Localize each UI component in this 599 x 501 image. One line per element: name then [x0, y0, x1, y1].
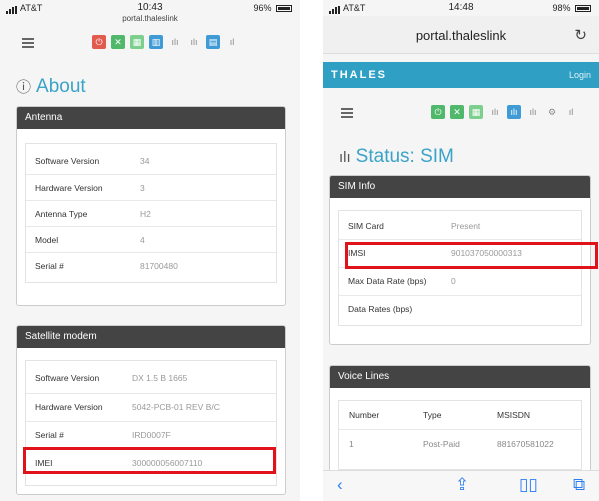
browser-toolbar: ‹ ⇪ ▯▯ ⧉: [323, 470, 599, 501]
table-row: Hardware Version 3: [26, 174, 276, 198]
table-row: SIM Card Present: [348, 221, 481, 231]
info-icon: ⓘ: [16, 79, 32, 96]
table-row: Software Version DX 1.5 B 1665: [35, 373, 188, 383]
voice-lines-table: Number Type MSISDN 1 Post-Paid 881670581…: [338, 400, 582, 470]
settings-icon[interactable]: ⚙: [545, 105, 559, 119]
table-row: Model 4: [26, 226, 276, 250]
imei-highlight: [23, 447, 276, 474]
nav-row: ⏻ ✕ ▦ ılı ılı ılı ⚙ ıl: [323, 104, 599, 126]
voice-lines-panel: Voice Lines Number Type MSISDN 1 Post-Pa…: [329, 365, 591, 475]
nav-row: ⏻ ✕ ▦ ▥ ılı ılı ▤ ıl: [0, 34, 300, 56]
antenna-panel: Antenna Software Version 34 Hardware Ver…: [16, 106, 286, 306]
panel-header: Voice Lines: [330, 366, 590, 388]
tabs-icon[interactable]: ⧉: [573, 475, 585, 495]
link-icon[interactable]: ✕: [450, 105, 464, 119]
nav-icons: ⏻ ✕ ▦ ▥ ılı ılı ▤ ıl: [92, 35, 239, 49]
reload-icon[interactable]: ↻: [574, 26, 587, 44]
chart-icon[interactable]: ılı: [507, 105, 521, 119]
antenna-icon[interactable]: ılı: [187, 35, 201, 49]
menu-icon[interactable]: [22, 38, 34, 48]
panel-header: SIM Info: [330, 176, 590, 198]
signal-icon[interactable]: ▦: [130, 35, 144, 49]
antenna-icon[interactable]: ılı: [526, 105, 540, 119]
menu-icon[interactable]: [341, 108, 353, 118]
column-header: Number: [349, 410, 380, 420]
column-header: MSISDN: [497, 410, 531, 420]
battery-indicator: 98%: [552, 3, 591, 13]
panel-header: Antenna: [17, 107, 285, 129]
table-row: Software Version 34: [35, 156, 150, 166]
address-bar[interactable]: portal.thaleslink ↻: [323, 16, 599, 54]
login-link[interactable]: Login: [569, 70, 591, 80]
url-label[interactable]: portal.thaleslink: [0, 14, 300, 23]
chart-icon[interactable]: ıl: [225, 35, 239, 49]
table-row: Antenna Type H2: [26, 200, 276, 224]
table-row: Max Data Rate (bps) 0: [339, 267, 581, 291]
url-label[interactable]: portal.thaleslink: [323, 28, 599, 43]
table-header: Number Type MSISDN: [339, 401, 581, 429]
power-icon[interactable]: ⏻: [92, 35, 106, 49]
status-bar: AT&T 14:48 98%: [323, 0, 599, 15]
antenna-icon[interactable]: ılı: [488, 105, 502, 119]
status-bar: AT&T 10:43 96%: [0, 0, 300, 15]
page-title: ⓘ About: [16, 76, 86, 97]
table-row: Serial # IRD0007F: [26, 421, 276, 445]
table-row: Data Rates (bps): [339, 295, 581, 319]
table-row: Serial # 81700480: [26, 252, 276, 276]
battery-indicator: 96%: [253, 3, 292, 13]
antenna-table: Software Version 34 Hardware Version 3 A…: [25, 143, 277, 283]
share-icon[interactable]: ⇪: [455, 475, 469, 495]
antenna-icon[interactable]: ılı: [168, 35, 182, 49]
brand-logo: THALES: [331, 69, 387, 81]
bookmarks-icon[interactable]: ▯▯: [519, 475, 538, 495]
chart-icon[interactable]: ıl: [564, 105, 578, 119]
imsi-highlight: [345, 242, 598, 269]
battery-icon: [276, 5, 292, 12]
power-icon[interactable]: ⏻: [431, 105, 445, 119]
page-title: ılı Status: SIM: [339, 146, 454, 167]
battery-fill: [577, 7, 589, 10]
link-icon[interactable]: ✕: [111, 35, 125, 49]
back-icon[interactable]: ‹: [337, 475, 343, 495]
left-phone-screen: AT&T 10:43 96% portal.thaleslink ⏻ ✕ ▦ ▥…: [0, 0, 300, 501]
brand-bar: THALES Login: [323, 62, 599, 88]
table-row: 1 Post-Paid 881670581022: [339, 429, 581, 455]
settings-icon[interactable]: ▤: [206, 35, 220, 49]
chart-icon[interactable]: ▥: [149, 35, 163, 49]
battery-icon: [575, 5, 591, 12]
battery-fill: [278, 7, 290, 10]
nav-icons: ⏻ ✕ ▦ ılı ılı ılı ⚙ ıl: [431, 105, 578, 119]
chart-icon: ılı: [339, 149, 351, 166]
column-header: Type: [423, 410, 442, 420]
signal-icon[interactable]: ▦: [469, 105, 483, 119]
panel-header: Satellite modem: [17, 326, 285, 348]
table-row: Hardware Version 5042-PCB-01 REV B/C: [26, 393, 276, 417]
